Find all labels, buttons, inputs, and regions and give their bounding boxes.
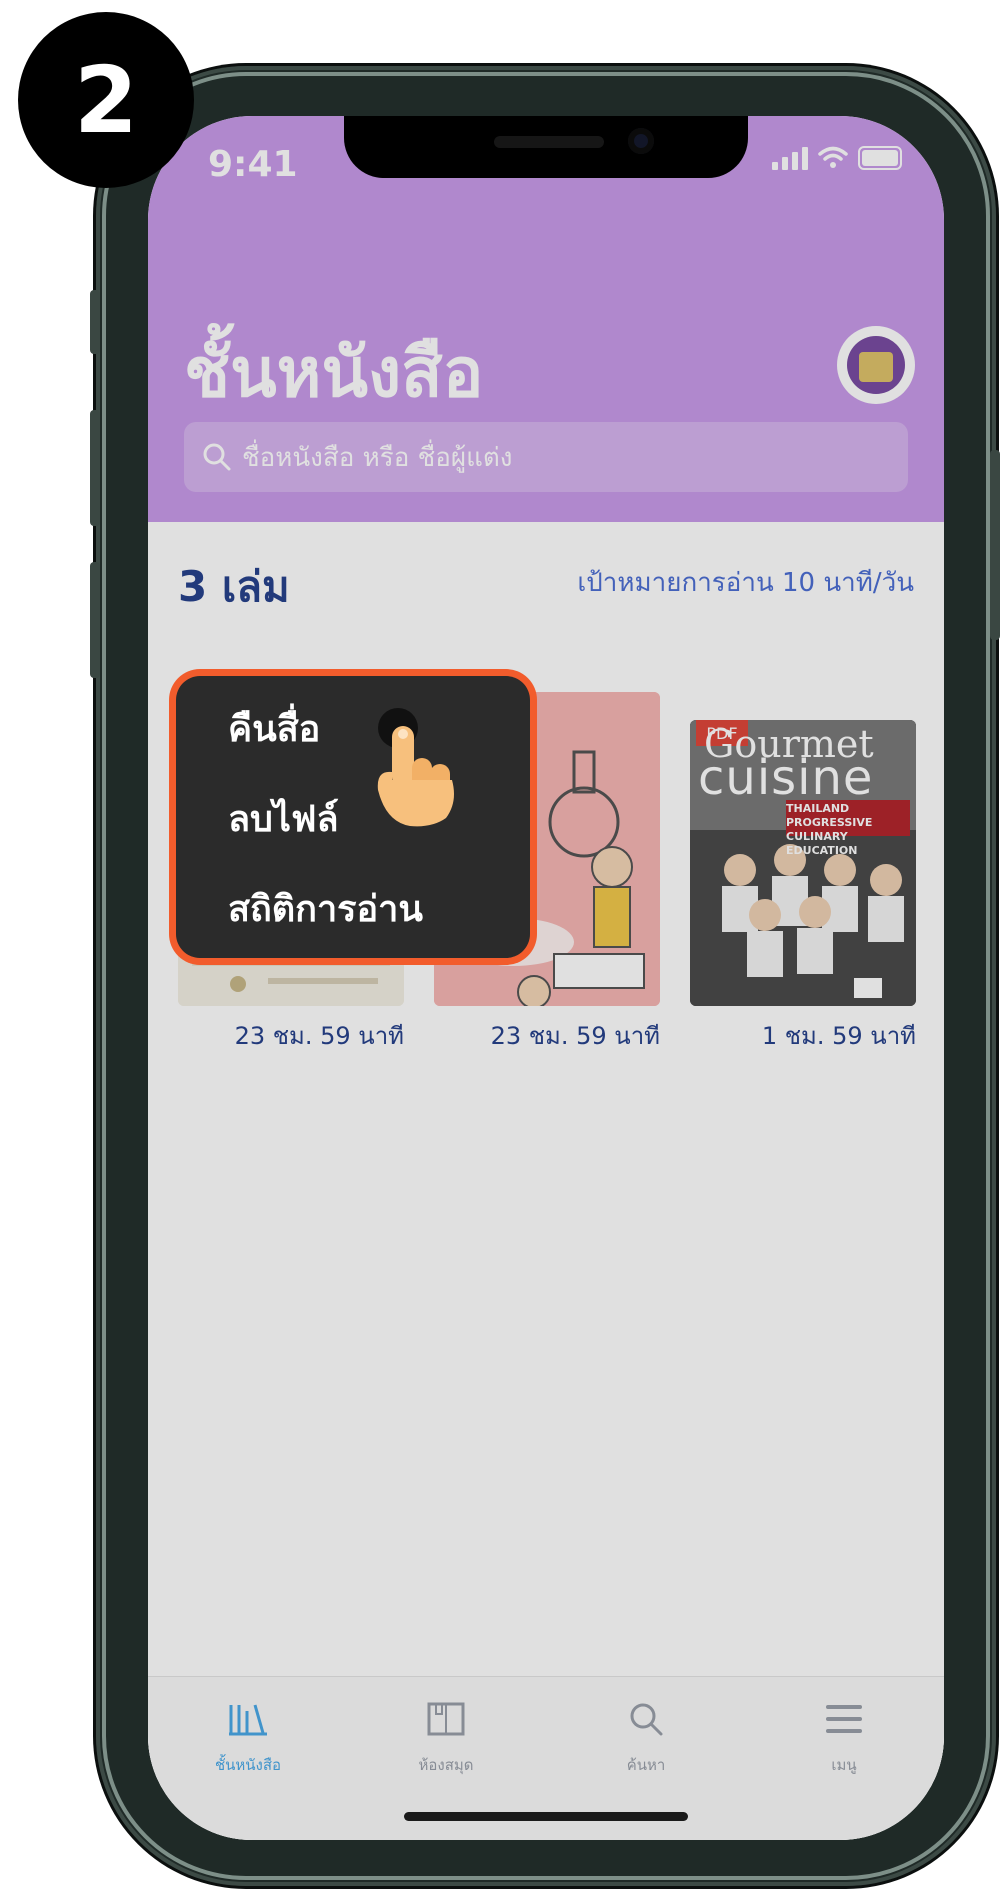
phone-side-button (90, 290, 100, 354)
menu-item-reading-stats[interactable]: สถิติการอ่าน (228, 880, 423, 937)
phone-side-button (990, 450, 1000, 640)
step-number-badge: 2 (18, 12, 194, 188)
pointing-hand-icon (377, 726, 454, 827)
home-indicator[interactable] (404, 1812, 688, 1821)
phone-side-button (90, 410, 100, 526)
menu-item-return[interactable]: คืนสื่อ (228, 700, 320, 757)
modal-dim-overlay[interactable] (148, 116, 944, 1840)
menu-item-delete-file[interactable]: ลบไฟล์ (228, 790, 339, 847)
app-screen: 9:41 ชั้นหนังสือ ชื่อหนังสือ หรือ ชื่อผู… (148, 116, 944, 1840)
book-context-menu: คืนสื่อ ลบไฟล์ สถิติการอ่าน (176, 676, 530, 958)
phone-side-button (90, 562, 100, 678)
